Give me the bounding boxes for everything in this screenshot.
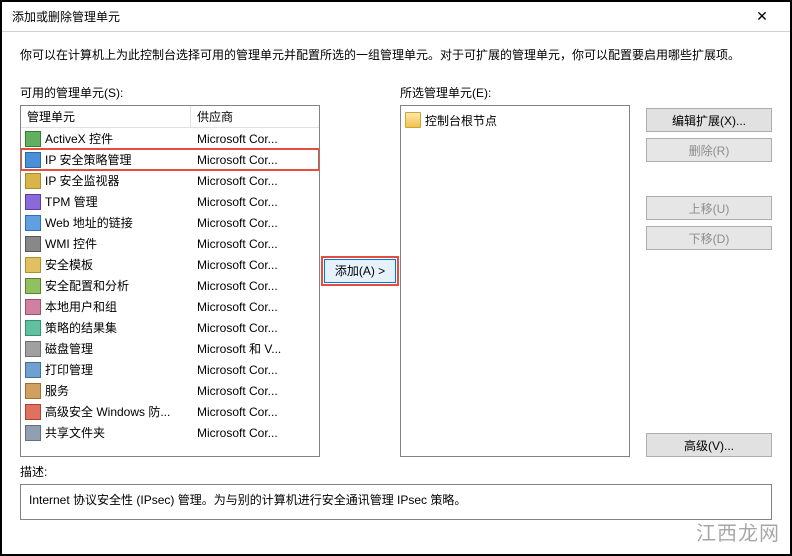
- list-item[interactable]: Web 地址的链接 Microsoft Cor...: [21, 212, 319, 233]
- window-title: 添加或删除管理单元: [12, 8, 742, 25]
- snapin-icon: [25, 131, 41, 147]
- console-root-node[interactable]: 控制台根节点: [405, 110, 625, 130]
- titlebar: 添加或删除管理单元 ✕: [2, 2, 790, 32]
- snapin-vendor: Microsoft Cor...: [191, 216, 319, 230]
- advanced-button[interactable]: 高级(V)...: [646, 433, 772, 457]
- snapin-icon: [25, 278, 41, 294]
- list-item[interactable]: ActiveX 控件 Microsoft Cor...: [21, 128, 319, 149]
- snapin-icon: [25, 320, 41, 336]
- snapin-icon: [25, 404, 41, 420]
- list-item[interactable]: 本地用户和组 Microsoft Cor...: [21, 296, 319, 317]
- snapin-vendor: Microsoft Cor...: [191, 363, 319, 377]
- snapin-icon: [25, 257, 41, 273]
- selected-label: 所选管理单元(E):: [400, 84, 630, 101]
- list-item[interactable]: 安全模板 Microsoft Cor...: [21, 254, 319, 275]
- snapin-name: 高级安全 Windows 防...: [45, 403, 170, 420]
- snapin-vendor: Microsoft Cor...: [191, 384, 319, 398]
- add-button[interactable]: 添加(A) >: [324, 259, 396, 283]
- snapin-vendor: Microsoft Cor...: [191, 258, 319, 272]
- dialog-content: 你可以在计算机上为此控制台选择可用的管理单元并配置所选的一组管理单元。对于可扩展…: [2, 32, 790, 528]
- snapin-vendor: Microsoft Cor...: [191, 405, 319, 419]
- snapin-vendor: Microsoft Cor...: [191, 321, 319, 335]
- snapin-icon: [25, 236, 41, 252]
- instructions-text: 你可以在计算机上为此控制台选择可用的管理单元并配置所选的一组管理单元。对于可扩展…: [20, 46, 772, 64]
- edit-extensions-button[interactable]: 编辑扩展(X)...: [646, 108, 772, 132]
- snapin-icon: [25, 194, 41, 210]
- snapin-icon: [25, 341, 41, 357]
- column-header-name[interactable]: 管理单元: [21, 106, 191, 127]
- selected-listbox[interactable]: 控制台根节点: [400, 105, 630, 457]
- tree-item-label: 控制台根节点: [425, 112, 497, 129]
- snapin-vendor: Microsoft Cor...: [191, 300, 319, 314]
- snapin-icon: [25, 425, 41, 441]
- list-item[interactable]: 高级安全 Windows 防... Microsoft Cor...: [21, 401, 319, 422]
- available-list-body[interactable]: ActiveX 控件 Microsoft Cor... IP 安全策略管理 Micro…: [21, 128, 319, 456]
- list-item[interactable]: IP 安全监视器 Microsoft Cor...: [21, 170, 319, 191]
- list-item[interactable]: 策略的结果集 Microsoft Cor...: [21, 317, 319, 338]
- snapin-icon: [25, 152, 41, 168]
- snapin-name: TPM 管理: [45, 193, 98, 210]
- list-item[interactable]: 打印管理 Microsoft Cor...: [21, 359, 319, 380]
- folder-icon: [405, 112, 421, 128]
- snapin-vendor: Microsoft Cor...: [191, 153, 319, 167]
- snapin-icon: [25, 299, 41, 315]
- snapin-name: IP 安全监视器: [45, 172, 119, 189]
- snapin-name: ActiveX 控件: [45, 130, 113, 147]
- snapin-name: 磁盘管理: [45, 340, 93, 357]
- move-up-button[interactable]: 上移(U): [646, 196, 772, 220]
- snapin-icon: [25, 383, 41, 399]
- snapin-name: 打印管理: [45, 361, 93, 378]
- snapin-name: 共享文件夹: [45, 424, 105, 441]
- list-item[interactable]: 共享文件夹 Microsoft Cor...: [21, 422, 319, 443]
- snapin-vendor: Microsoft Cor...: [191, 426, 319, 440]
- snapin-name: IP 安全策略管理: [45, 151, 131, 168]
- list-item[interactable]: 磁盘管理 Microsoft 和 V...: [21, 338, 319, 359]
- available-listbox[interactable]: 管理单元 供应商 ActiveX 控件Microsoft Cor...IP 安全…: [20, 105, 320, 457]
- snapin-vendor: Microsoft Cor...: [191, 174, 319, 188]
- list-item[interactable]: 服务 Microsoft Cor...: [21, 380, 319, 401]
- snapin-icon: [25, 362, 41, 378]
- remove-button[interactable]: 删除(R): [646, 138, 772, 162]
- snapin-name: 安全模板: [45, 256, 93, 273]
- close-button[interactable]: ✕: [742, 3, 782, 31]
- snapin-name: 服务: [45, 382, 69, 399]
- description-box: Internet 协议安全性 (IPsec) 管理。为与别的计算机进行安全通讯管…: [20, 484, 772, 520]
- snapin-vendor: Microsoft 和 V...: [191, 340, 319, 357]
- description-text: Internet 协议安全性 (IPsec) 管理。为与别的计算机进行安全通讯管…: [29, 493, 466, 507]
- list-item[interactable]: 安全配置和分析 Microsoft Cor...: [21, 275, 319, 296]
- move-down-button[interactable]: 下移(D): [646, 226, 772, 250]
- snapin-name: Web 地址的链接: [45, 214, 133, 231]
- snapin-name: 安全配置和分析: [45, 277, 129, 294]
- snapin-name: WMI 控件: [45, 235, 97, 252]
- snapin-name: 策略的结果集: [45, 319, 117, 336]
- column-header-vendor[interactable]: 供应商: [191, 108, 319, 125]
- list-item[interactable]: IP 安全策略管理 Microsoft Cor...: [21, 149, 319, 170]
- description-label: 描述:: [20, 463, 772, 480]
- list-item[interactable]: WMI 控件 Microsoft Cor...: [21, 233, 319, 254]
- snapin-icon: [25, 173, 41, 189]
- list-item[interactable]: TPM 管理 Microsoft Cor...: [21, 191, 319, 212]
- available-label: 可用的管理单元(S):: [20, 84, 320, 101]
- snapin-vendor: Microsoft Cor...: [191, 195, 319, 209]
- snapin-vendor: Microsoft Cor...: [191, 279, 319, 293]
- snapin-name: 本地用户和组: [45, 298, 117, 315]
- snapin-vendor: Microsoft Cor...: [191, 237, 319, 251]
- snapin-icon: [25, 215, 41, 231]
- list-header: 管理单元 供应商: [21, 106, 319, 128]
- snapin-vendor: Microsoft Cor...: [191, 132, 319, 146]
